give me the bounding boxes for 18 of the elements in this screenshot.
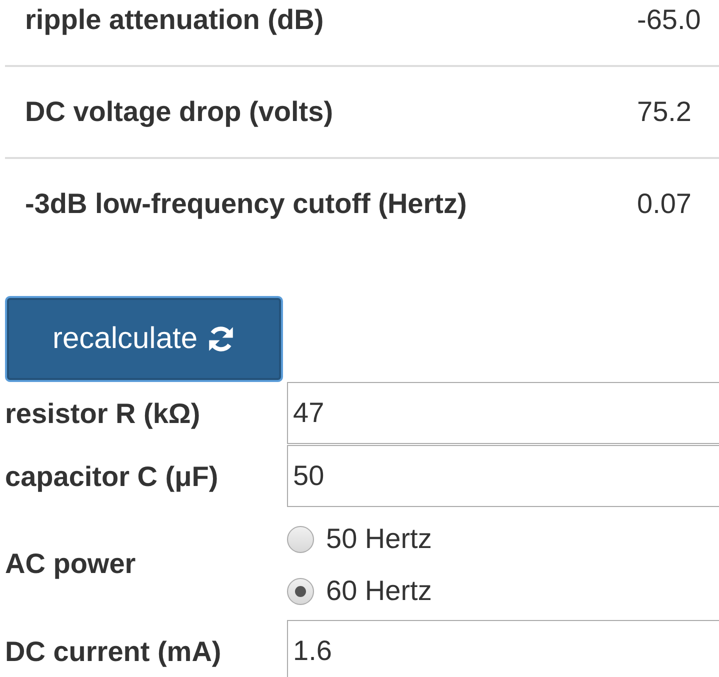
result-label: ripple attenuation (dB) xyxy=(25,3,325,37)
result-value: -65.0 xyxy=(637,3,701,37)
input-field[interactable]: 50 xyxy=(287,445,719,507)
result-value: 0.07 xyxy=(637,187,692,221)
field-label: resistor R (kΩ) xyxy=(5,398,202,430)
result-value: 75.2 xyxy=(637,95,692,129)
input-field[interactable]: 1.6 xyxy=(287,620,719,677)
field-label: AC power xyxy=(5,548,137,580)
radio-label[interactable]: 60 Hertz xyxy=(326,575,432,607)
radio-button[interactable] xyxy=(287,578,314,604)
field-label: capacitor C (μF) xyxy=(5,460,220,492)
result-label: DC voltage drop (volts) xyxy=(25,95,334,129)
recalculate-button[interactable]: recalculate xyxy=(5,296,283,382)
radio-button[interactable] xyxy=(287,526,314,552)
radio-label[interactable]: 50 Hertz xyxy=(326,523,432,555)
result-label: -3dB low-frequency cutoff (Hertz) xyxy=(25,187,468,221)
input-field[interactable]: 47 xyxy=(287,382,719,444)
field-label: DC current (mA) xyxy=(5,636,222,668)
